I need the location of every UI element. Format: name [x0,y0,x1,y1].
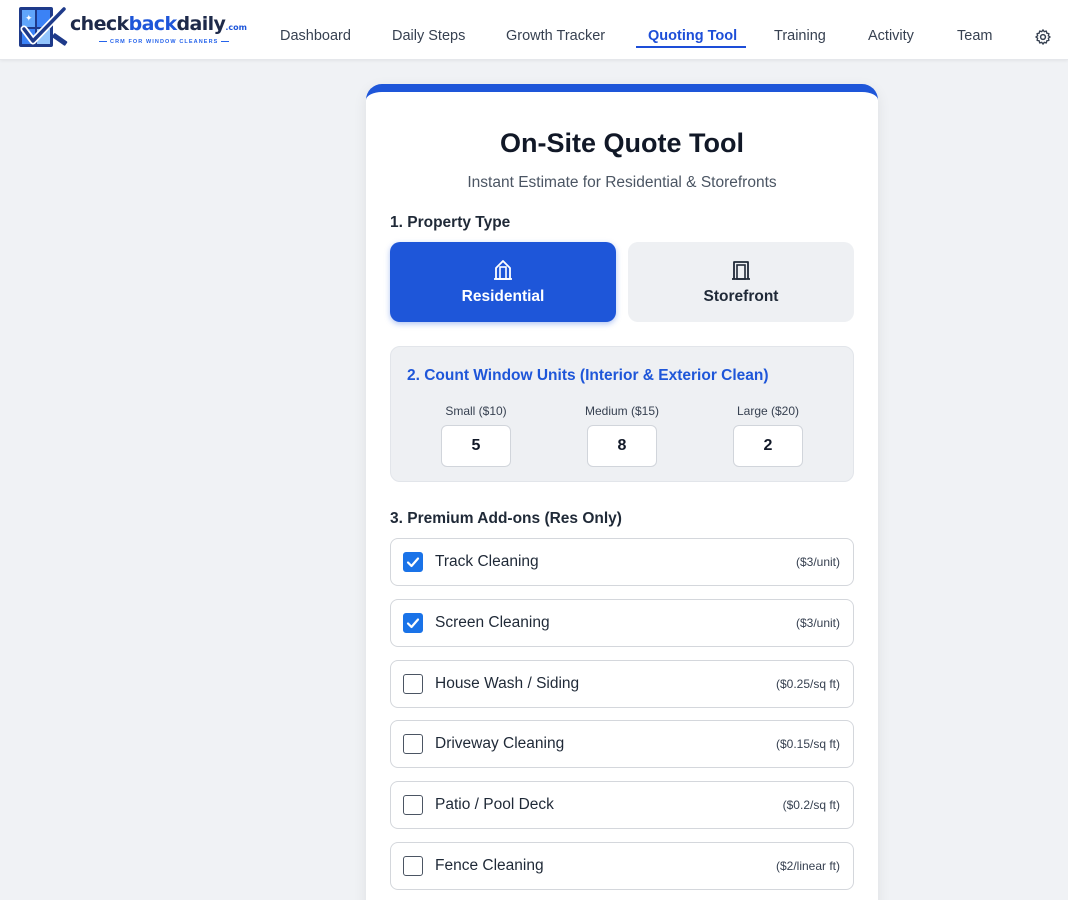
window-units-heading: 2. Count Window Units (Interior & Exteri… [407,367,769,384]
checkbox-unchecked[interactable] [403,734,423,754]
logo-tagline: CRM FOR WINDOW CLEANERS [96,39,232,45]
addon-price: ($3/unit) [795,616,840,630]
logo-squeegee-icon: ✦ [19,5,68,47]
checkbox-unchecked[interactable] [403,795,423,815]
addon-screen-cleaning[interactable]: Screen Cleaning ($3/unit) [390,599,854,647]
storefront-label: Storefront [703,288,779,305]
small-units-input[interactable] [441,425,511,467]
logo-wordmark: checkbackdaily.com [70,13,247,35]
property-type-residential-button[interactable]: Residential [390,242,616,322]
addon-price: ($2/linear ft) [775,859,840,873]
medium-units-input[interactable] [587,425,657,467]
nav-team[interactable]: Team [957,28,992,44]
addon-driveway-cleaning[interactable]: Driveway Cleaning ($0.15/sq ft) [390,720,854,768]
addon-price: ($3/unit) [795,555,840,569]
residential-label: Residential [461,288,545,305]
checkbox-checked[interactable] [403,613,423,633]
addon-name: House Wash / Siding [435,675,580,692]
addon-name: Track Cleaning [435,553,539,570]
medium-units-group: Medium ($15) [552,404,692,467]
checkmark-icon [406,557,420,568]
svg-text:✦: ✦ [25,14,33,24]
small-units-group: Small ($10) [406,404,546,467]
nav-daily-steps[interactable]: Daily Steps [392,28,465,44]
checkbox-unchecked[interactable] [403,856,423,876]
addons-heading: 3. Premium Add-ons (Res Only) [390,510,622,527]
active-tab-indicator [636,46,746,48]
addon-price: ($0.25/sq ft) [775,677,840,691]
top-navigation-bar: ✦ checkbackdaily.com CRM FOR WINDOW CLEA… [0,0,1068,60]
page-subtitle: Instant Estimate for Residential & Store… [467,174,777,191]
nav-quoting-tool[interactable]: Quoting Tool [648,28,737,44]
addon-name: Driveway Cleaning [435,735,565,752]
addon-track-cleaning[interactable]: Track Cleaning ($3/unit) [390,538,854,586]
window-units-panel: 2. Count Window Units (Interior & Exteri… [390,346,854,482]
checkbox-unchecked[interactable] [403,674,423,694]
property-type-storefront-button[interactable]: Storefront [628,242,854,322]
addon-house-wash[interactable]: House Wash / Siding ($0.25/sq ft) [390,660,854,708]
checkbox-checked[interactable] [403,552,423,572]
storefront-icon [732,261,750,280]
addon-name: Patio / Pool Deck [435,796,554,813]
large-units-group: Large ($20) [698,404,838,467]
nav-dashboard[interactable]: Dashboard [280,28,351,44]
addon-price: ($0.15/sq ft) [775,737,840,751]
gear-icon[interactable] [1034,28,1052,46]
checkbackdaily-logo[interactable]: ✦ checkbackdaily.com CRM FOR WINDOW CLEA… [16,3,247,55]
large-units-input[interactable] [733,425,803,467]
nav-training[interactable]: Training [774,28,826,44]
page-title: On-Site Quote Tool [500,128,744,158]
addon-price: ($0.2/sq ft) [782,798,840,812]
addon-patio-pool-deck[interactable]: Patio / Pool Deck ($0.2/sq ft) [390,781,854,829]
small-units-label: Small ($10) [445,404,507,418]
quote-tool-card: On-Site Quote Tool Instant Estimate for … [366,84,878,900]
property-type-heading: 1. Property Type [390,214,511,231]
nav-growth-tracker[interactable]: Growth Tracker [506,28,605,44]
nav-activity[interactable]: Activity [868,28,914,44]
checkmark-icon [406,618,420,629]
addon-name: Fence Cleaning [435,857,544,874]
addon-name: Screen Cleaning [435,614,550,631]
medium-units-label: Medium ($15) [584,404,660,418]
addon-fence-cleaning[interactable]: Fence Cleaning ($2/linear ft) [390,842,854,890]
house-icon [494,260,512,280]
large-units-label: Large ($20) [736,404,800,418]
